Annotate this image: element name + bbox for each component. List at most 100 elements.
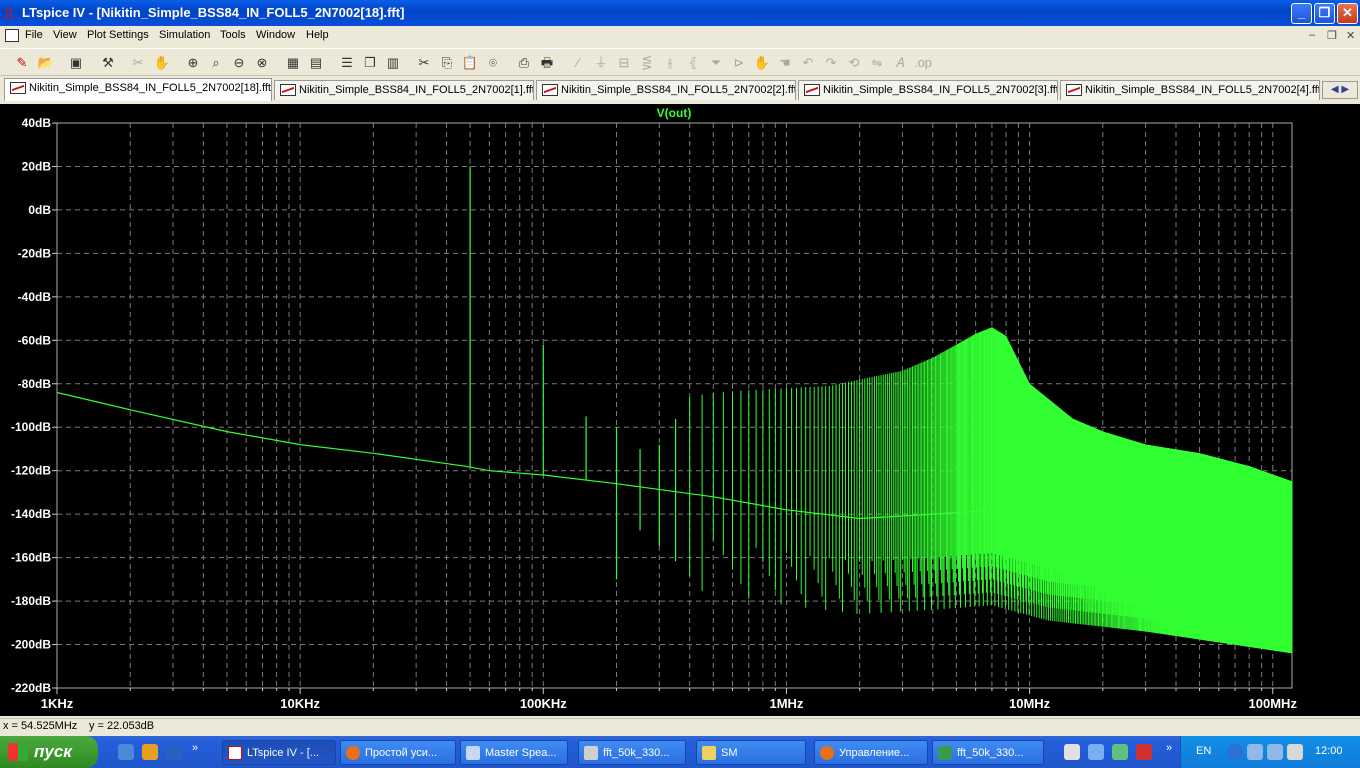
menu-tools[interactable]: Tools xyxy=(220,29,246,41)
ltspice-app-icon[interactable]: ⎍ xyxy=(4,5,20,21)
pan-hand-icon[interactable]: ✋ xyxy=(152,53,172,73)
copy-icon[interactable]: ⎘ xyxy=(437,53,457,73)
resistor-icon[interactable]: ⋚ xyxy=(637,53,657,73)
tab-fft-18[interactable]: Nikitin_Simple_BSS84_IN_FOLL5_2N7002[18]… xyxy=(4,78,272,101)
y-tick-label: 0dB xyxy=(28,203,51,217)
quicklaunch-expand-icon[interactable]: » xyxy=(192,742,198,754)
mdi-restore-button[interactable]: ❐ xyxy=(1327,29,1337,42)
menu-window[interactable]: Window xyxy=(256,29,295,41)
waveform-icon xyxy=(10,82,26,94)
tray-display-icon[interactable] xyxy=(1247,744,1263,760)
ground-icon[interactable]: ⏚ xyxy=(591,53,611,73)
component-icon[interactable]: ⊳ xyxy=(729,53,749,73)
y-tick-label: -20dB xyxy=(18,246,52,260)
quicklaunch-desktop-icon[interactable] xyxy=(118,744,134,760)
start-button[interactable]: пуск xyxy=(0,736,98,768)
x-tick-label: 100KHz xyxy=(520,696,567,711)
tab-fft-4[interactable]: Nikitin_Simple_BSS84_IN_FOLL5_2N7002[4].… xyxy=(1060,80,1320,100)
trace-v-out xyxy=(56,166,1293,654)
menu-simulation[interactable]: Simulation xyxy=(159,29,210,41)
rotate-icon[interactable]: ⟲ xyxy=(844,53,864,73)
paste-icon[interactable]: 📋 xyxy=(460,53,480,73)
spice-directive-icon[interactable]: .op xyxy=(913,53,933,73)
folder-icon xyxy=(702,746,716,760)
zoom-fit-icon[interactable]: ⊗ xyxy=(252,53,272,73)
tray-back-icon[interactable] xyxy=(1227,744,1243,760)
firefox-icon xyxy=(820,746,834,760)
fft-plot[interactable]: 40dB 20dB 0dB -20dB -40dB -60dB -80dB -100dB -12… xyxy=(0,104,1360,716)
inductor-icon[interactable]: ⦃ xyxy=(683,53,703,73)
document-icon[interactable] xyxy=(5,29,19,42)
tray-app2-icon[interactable] xyxy=(1112,744,1128,760)
tab-fft-1[interactable]: Nikitin_Simple_BSS84_IN_FOLL5_2N7002[1].… xyxy=(274,80,534,100)
task-label: SM xyxy=(721,747,738,759)
system-tray: EN 12:00 xyxy=(1180,736,1360,768)
task-firefox-1[interactable]: Простой уси... xyxy=(340,740,456,765)
menu-plot-settings[interactable]: Plot Settings xyxy=(87,29,149,41)
find-binoculars-icon[interactable]: ⌾ xyxy=(483,53,503,73)
task-fft-image-1[interactable]: fft_50k_330... xyxy=(578,740,686,765)
tray-monitor-icon[interactable] xyxy=(1267,744,1283,760)
diode-icon[interactable]: ⏷ xyxy=(706,53,726,73)
quicklaunch-info-icon[interactable] xyxy=(142,744,158,760)
tray-expand-icon[interactable]: » xyxy=(1166,742,1172,754)
waveform-plot-pane[interactable]: 40dB 20dB 0dB -20dB -40dB -60dB -80dB -100dB -12… xyxy=(0,104,1360,716)
waveform-icon xyxy=(1066,84,1082,96)
pick-trace-icon[interactable]: ▤ xyxy=(306,53,326,73)
task-fft-image-2[interactable]: fft_50k_330... xyxy=(932,740,1044,765)
quicklaunch-app-icon[interactable] xyxy=(166,744,182,760)
print-icon[interactable]: 🖶 xyxy=(537,53,557,73)
zoom-area-icon[interactable]: ⌕ xyxy=(206,53,226,73)
new-schematic-icon[interactable]: ✎ xyxy=(12,53,32,73)
print-preview-icon[interactable]: ⎙ xyxy=(514,53,534,73)
task-firefox-2[interactable]: Управление... xyxy=(814,740,928,765)
menu-bar: File View Plot Settings Simulation Tools… xyxy=(0,26,1360,46)
minimize-button[interactable]: _ xyxy=(1291,3,1312,24)
menu-help[interactable]: Help xyxy=(306,29,329,41)
tray-network-icon[interactable] xyxy=(1088,744,1104,760)
move-hand-icon[interactable]: ✋ xyxy=(752,53,772,73)
text-icon[interactable]: 𝐴 xyxy=(890,53,910,73)
undo-icon[interactable]: ↶ xyxy=(798,53,818,73)
tray-shield-icon[interactable] xyxy=(1136,744,1152,760)
run-icon[interactable]: ✂ xyxy=(128,53,148,73)
mdi-close-button[interactable]: ✕ xyxy=(1346,29,1355,42)
capacitor-icon[interactable]: ⫲ xyxy=(660,53,680,73)
tile-horizontal-icon[interactable]: ☰ xyxy=(337,53,357,73)
image-viewer-icon xyxy=(584,746,598,760)
autorange-icon[interactable]: ▦ xyxy=(283,53,303,73)
open-folder-icon[interactable]: 📂 xyxy=(36,53,56,73)
zoom-out-icon[interactable]: ⊖ xyxy=(229,53,249,73)
tab-scroll-arrows[interactable]: ◀ ▶ xyxy=(1322,81,1358,99)
redo-icon[interactable]: ↷ xyxy=(821,53,841,73)
mdi-minimize-button[interactable]: – xyxy=(1309,29,1315,41)
tile-vertical-icon[interactable]: ▥ xyxy=(383,53,403,73)
y-tick-label: -180dB xyxy=(11,594,51,608)
close-button[interactable]: ✕ xyxy=(1337,3,1358,24)
control-panel-icon[interactable]: ⚒ xyxy=(98,53,118,73)
task-master-speaker[interactable]: Master Spea... xyxy=(460,740,568,765)
task-folder-sm[interactable]: SM xyxy=(696,740,806,765)
task-ltspice[interactable]: LTspice IV - [... xyxy=(222,740,336,765)
tab-label: Nikitin_Simple_BSS84_IN_FOLL5_2N7002[4].… xyxy=(1085,84,1320,96)
wire-icon[interactable]: ∕ xyxy=(568,53,588,73)
drag-hand-icon[interactable]: ☚ xyxy=(775,53,795,73)
language-indicator[interactable]: EN xyxy=(1196,745,1211,757)
task-label: Master Spea... xyxy=(485,747,557,759)
mirror-icon[interactable]: ⇋ xyxy=(867,53,887,73)
cascade-icon[interactable]: ❐ xyxy=(360,53,380,73)
restore-button[interactable]: ❐ xyxy=(1314,3,1335,24)
tray-volume-icon[interactable] xyxy=(1287,744,1303,760)
label-net-icon[interactable]: ⊟ xyxy=(614,53,634,73)
tab-fft-3[interactable]: Nikitin_Simple_BSS84_IN_FOLL5_2N7002[3].… xyxy=(798,80,1058,100)
tab-fft-2[interactable]: Nikitin_Simple_BSS84_IN_FOLL5_2N7002[2].… xyxy=(536,80,796,100)
save-icon[interactable]: ▣ xyxy=(66,53,86,73)
menu-file[interactable]: File xyxy=(25,29,43,41)
toolbar: ✎ 📂 ▣ ⚒ ✂ ✋ ⊕ ⌕ ⊖ ⊗ ▦ ▤ ☰ ❐ ▥ ✂ ⎘ 📋 ⌾ ⎙ … xyxy=(0,48,1360,76)
trace-title[interactable]: V(out) xyxy=(657,106,692,120)
zoom-in-icon[interactable]: ⊕ xyxy=(183,53,203,73)
menu-view[interactable]: View xyxy=(53,29,77,41)
status-bar: x = 54.525MHz y = 22.053dB xyxy=(0,718,1360,734)
cut-icon[interactable]: ✂ xyxy=(414,53,434,73)
tray-app-icon[interactable] xyxy=(1064,744,1080,760)
